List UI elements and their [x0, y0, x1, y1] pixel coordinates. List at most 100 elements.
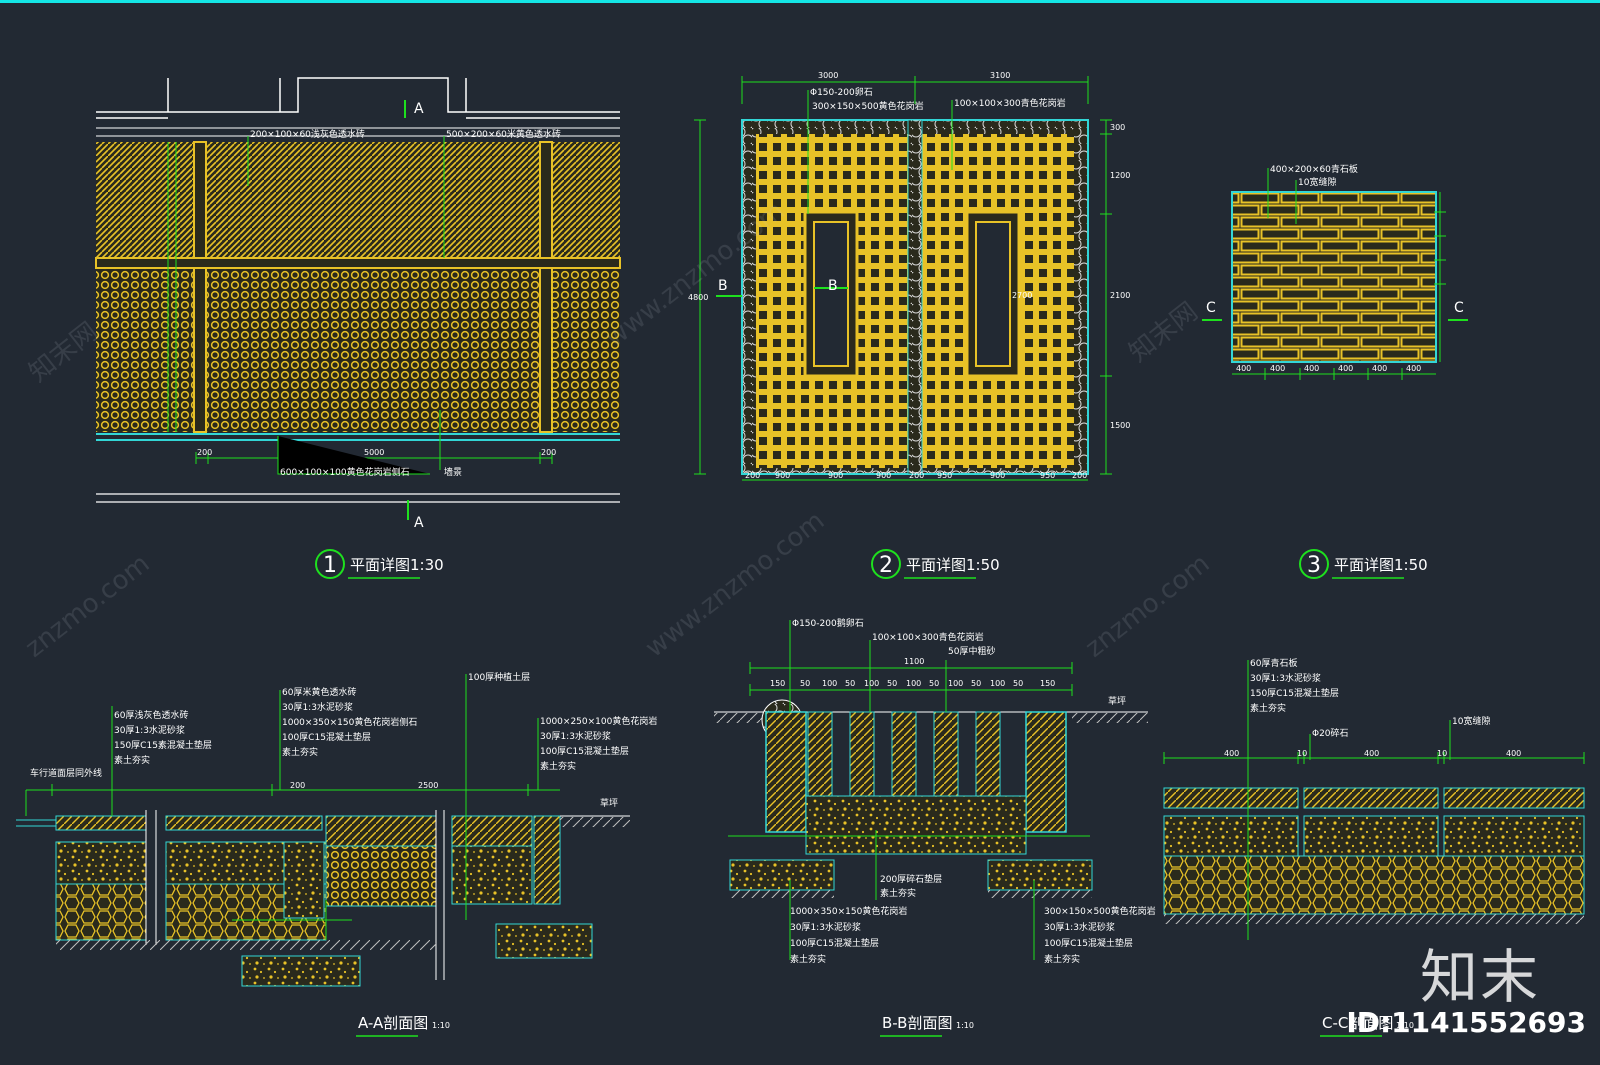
dimension: 300 — [1110, 123, 1125, 132]
annotation: 30厚1:3水泥砂浆 — [540, 730, 611, 742]
brick-paving — [1231, 191, 1437, 363]
annotation: 墙景 — [444, 466, 462, 478]
annotation: 10宽缝隙 — [1298, 176, 1336, 188]
section-title: B-B剖面图 — [882, 1014, 952, 1032]
dimension: 1200 — [1110, 171, 1130, 180]
dimension: 50 — [800, 679, 810, 688]
annotation: 草坪 — [1108, 695, 1126, 707]
annotation: 100×100×300青色花岗岩 — [954, 97, 1066, 109]
annotation: 素土夯实 — [114, 754, 150, 766]
annotation: 600×100×100黄色花岗岩侧石 — [280, 466, 410, 478]
annotation: Φ20碎石 — [1312, 727, 1349, 739]
annotation: 500×200×60米黄色透水砖 — [446, 128, 561, 140]
dimension: 900 — [876, 471, 891, 480]
annotation: 30厚1:3水泥砂浆 — [1250, 672, 1321, 684]
annotation: 30厚1:3水泥砂浆 — [114, 724, 185, 736]
dimension: 100 — [864, 679, 879, 688]
dimension: 3000 — [818, 71, 838, 80]
cut-mark-b-left: B — [718, 278, 728, 294]
dimension: 400 — [1338, 364, 1353, 373]
annotation: 1000×350×150黄色花岗岩侧石 — [282, 716, 417, 728]
annotation: 300×150×500黄色花岗岩 — [1044, 905, 1156, 917]
dimension: 200 — [197, 448, 212, 457]
dimension: 3100 — [990, 71, 1010, 80]
annotation: 30厚1:3水泥砂浆 — [282, 701, 353, 713]
detail-number: 3 — [1307, 553, 1321, 578]
detail-title: 平面详图1:50 — [906, 556, 1000, 574]
dimension: 200 — [1072, 471, 1087, 480]
dimension: 900 — [990, 471, 1005, 480]
dimension: 50 — [929, 679, 939, 688]
annotation: 400×200×60青石板 — [1270, 163, 1358, 175]
plan-detail-3: C C 400×200×60青石板 10宽缝隙 400 400 400 400 … — [1202, 163, 1468, 579]
cad-canvas: A A 200×100×60浅灰色透水砖 500×200×60米黄色透水砖 60… — [0, 0, 1600, 1065]
annotation: 10宽缝隙 — [1452, 715, 1490, 727]
dimension: 100 — [906, 679, 921, 688]
annotation: Φ150-200卵石 — [810, 87, 873, 98]
annotation: 素土夯实 — [282, 746, 318, 758]
dimension: 400 — [1236, 364, 1251, 373]
cut-mark-c-right: C — [1454, 300, 1464, 316]
dimension: 400 — [1506, 749, 1521, 758]
annotation: 150厚C15混凝土垫层 — [1250, 687, 1339, 699]
detail-title: 平面详图1:30 — [350, 556, 444, 574]
dimension: 400 — [1224, 749, 1239, 758]
dimension: 200 — [909, 471, 924, 480]
annotation: 草坪 — [600, 797, 618, 809]
section-title: A-A剖面图 — [358, 1014, 428, 1032]
dimension: 5000 — [364, 448, 384, 457]
annotation: 60厚浅灰色透水砖 — [114, 709, 188, 721]
annotation: 30厚1:3水泥砂浆 — [790, 921, 861, 933]
annotation: 100厚种植土层 — [468, 671, 530, 683]
annotation: 素土夯实 — [880, 887, 916, 899]
annotation: 30厚1:3水泥砂浆 — [1044, 921, 1115, 933]
annotation: 200厚碎石垫层 — [880, 873, 942, 885]
dimension: 950 — [1040, 471, 1055, 480]
annotation: 200×100×60浅灰色透水砖 — [250, 128, 365, 140]
annotation: 1000×250×100黄色花岗岩 — [540, 715, 657, 727]
dimension: 2700 — [1012, 291, 1032, 300]
annotation: 素土夯实 — [540, 760, 576, 772]
dimension: 2100 — [1110, 291, 1130, 300]
dimension: 950 — [937, 471, 952, 480]
dimension: 400 — [1304, 364, 1319, 373]
annotation: 100厚C15混凝土垫层 — [790, 937, 879, 949]
dimension: 10 — [1297, 749, 1307, 758]
dimension: 10 — [1437, 749, 1447, 758]
annotation: 素土夯实 — [1250, 702, 1286, 714]
section-a-a: 60厚浅灰色透水砖 30厚1:3水泥砂浆 150厚C15素混凝土垫层 素土夯实 … — [16, 671, 657, 1037]
annotation: 素土夯实 — [1044, 953, 1080, 965]
dimension: 100 — [948, 679, 963, 688]
dimension: 1500 — [1110, 421, 1130, 430]
annotation: 车行道面层同外线 — [30, 767, 102, 779]
dimension: 1100 — [904, 657, 924, 666]
dimension: 2500 — [418, 781, 438, 790]
annotation: 100×100×300青色花岗岩 — [872, 631, 984, 643]
dimension: 400 — [1364, 749, 1379, 758]
annotation: 300×150×500黄色花岗岩 — [812, 100, 924, 112]
dimension: 150 — [1040, 679, 1055, 688]
section-scale: 1:10 — [956, 1021, 974, 1030]
annotation: 素土夯实 — [790, 953, 826, 965]
dimension: 100 — [822, 679, 837, 688]
annotation: 50厚中粗砂 — [948, 645, 995, 657]
annotation: 60厚青石板 — [1250, 657, 1297, 669]
dimension: 900 — [775, 471, 790, 480]
section-scale: 1:10 — [432, 1021, 450, 1030]
dimension: 50 — [971, 679, 981, 688]
dimension: 50 — [1013, 679, 1023, 688]
cut-mark-a-top: A — [414, 101, 424, 117]
dimension: 200 — [290, 781, 305, 790]
dimension: 400 — [1270, 364, 1285, 373]
dimension: 50 — [845, 679, 855, 688]
dimension: 50 — [887, 679, 897, 688]
detail-number: 2 — [879, 553, 893, 578]
annotation: 1000×350×150黄色花岗岩 — [790, 905, 907, 917]
section-b-b: Φ150-200鹅卵石 100×100×300青色花岗岩 50厚中粗砂 草坪 2… — [714, 617, 1156, 1037]
dimension: 200 — [541, 448, 556, 457]
dimension: 400 — [1406, 364, 1421, 373]
annotation: 100厚C15混凝土垫层 — [1044, 937, 1133, 949]
dimension: 900 — [828, 471, 843, 480]
cut-mark-b-inner: B — [828, 278, 838, 294]
cut-mark-c-left: C — [1206, 300, 1216, 316]
